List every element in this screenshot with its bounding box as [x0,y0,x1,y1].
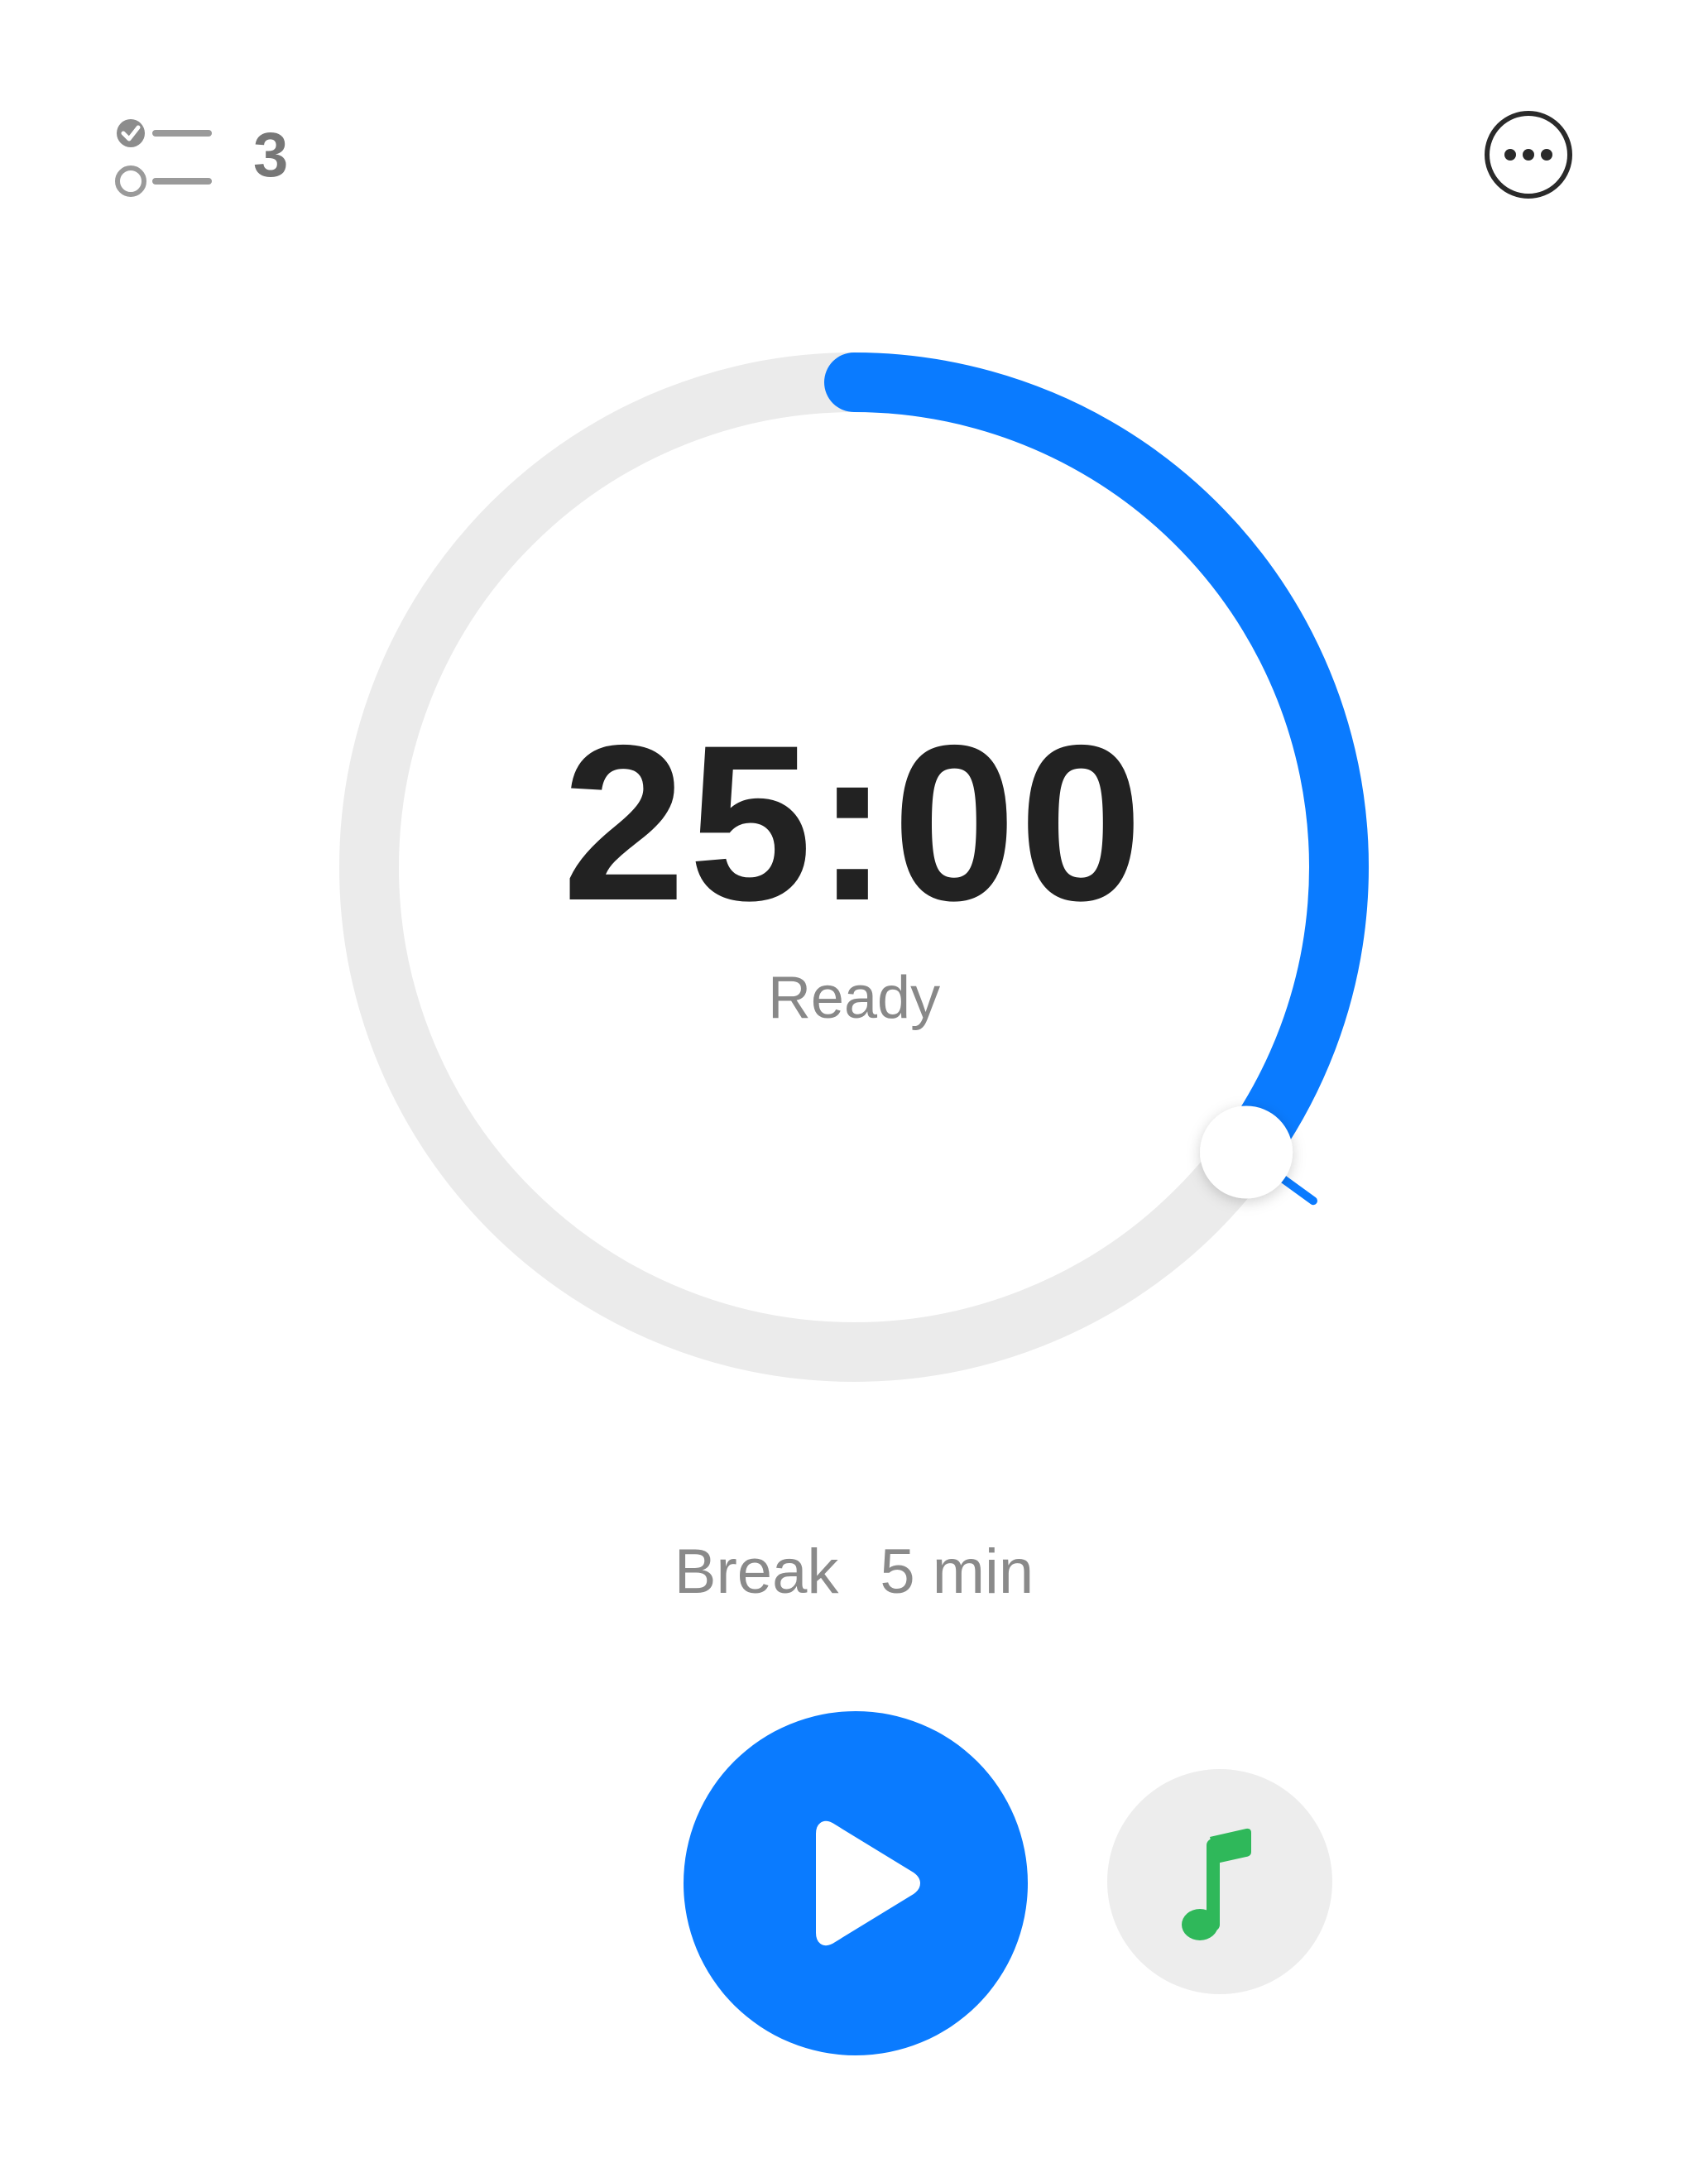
music-button[interactable] [1107,1769,1332,1994]
more-options-button[interactable] [1481,108,1576,202]
task-list-icon [115,119,212,197]
timer-progress-tick [1278,1174,1317,1206]
music-note-icon [1182,1828,1251,1940]
pomodoro-timer-window: 3 25:00 Ready Break 5 min [0,0,1708,2158]
timer-status: Ready [767,965,941,1031]
task-count: 3 [253,120,289,190]
break-duration: 5 min [880,1537,1034,1607]
break-label: Break [674,1537,839,1607]
break-setting[interactable]: Break 5 min [0,1541,1708,1604]
play-button[interactable] [684,1711,1028,2055]
timer-display: 25:00 [562,698,1146,947]
play-icon [816,1820,920,1946]
task-counter-button[interactable]: 3 [113,106,288,205]
more-horizontal-icon [1485,111,1572,199]
timer-dial-handle[interactable] [1200,1105,1293,1199]
